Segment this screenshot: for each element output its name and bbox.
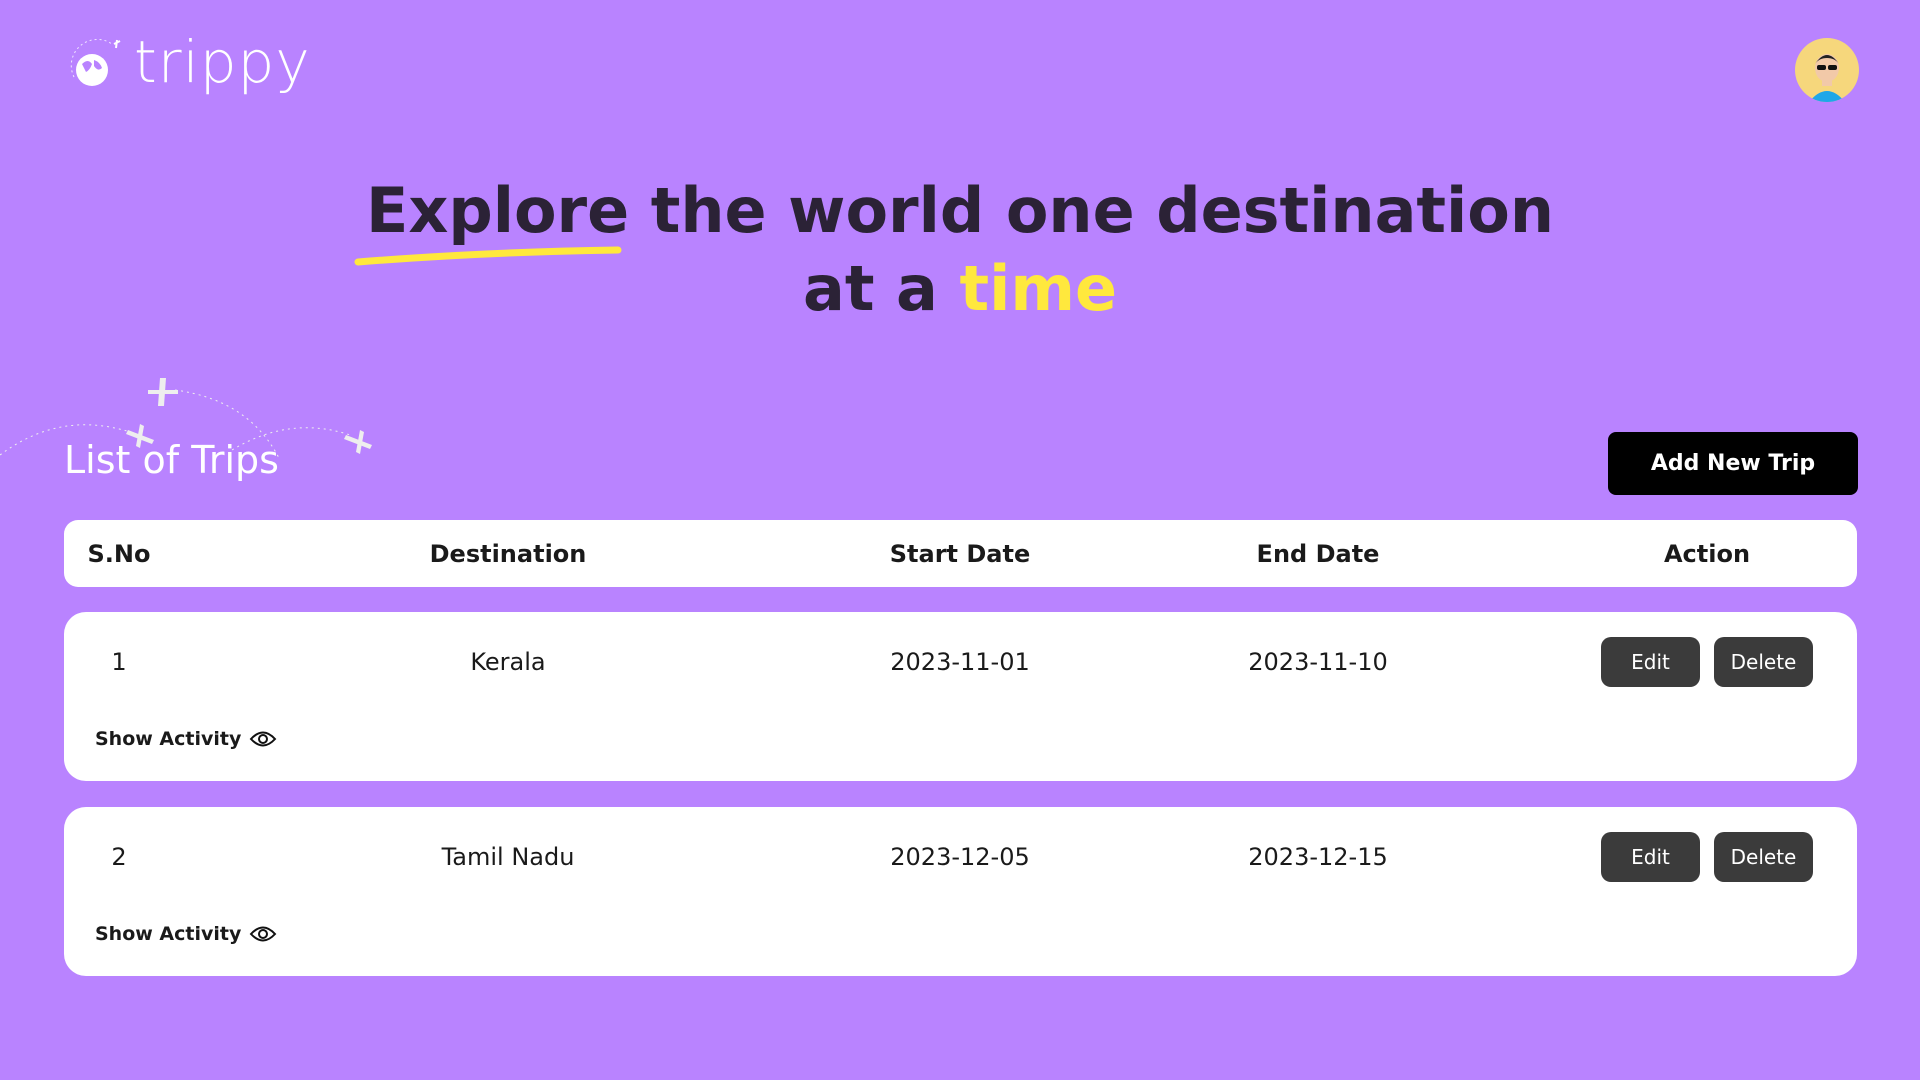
headline-highlight: time	[959, 252, 1118, 325]
row-end-date: 2023-12-15	[1248, 843, 1388, 871]
underline-decoration	[354, 246, 622, 266]
header-sno: S.No	[87, 540, 151, 568]
hero-headline: Explore the world one destination at a t…	[0, 172, 1920, 328]
header-start-date: Start Date	[889, 540, 1031, 568]
show-activity-toggle[interactable]: Show Activity	[95, 728, 277, 750]
show-activity-label: Show Activity	[95, 923, 242, 945]
header-end-date: End Date	[1256, 540, 1380, 568]
headline-line1: the world one destination	[629, 174, 1555, 247]
headline-explore: Explore	[365, 174, 630, 247]
delete-button[interactable]: Delete	[1714, 637, 1813, 687]
table-row: 1 Kerala 2023-11-01 2023-11-10 Edit Dele…	[64, 612, 1857, 781]
logo[interactable]: trippy	[64, 28, 311, 96]
globe-icon	[70, 38, 121, 86]
row-destination: Tamil Nadu	[441, 843, 575, 871]
header-action: Action	[1663, 540, 1751, 568]
eye-icon	[249, 731, 277, 747]
brand-name: trippy	[134, 28, 311, 96]
header-destination: Destination	[429, 540, 587, 568]
row-start-date: 2023-12-05	[890, 843, 1030, 871]
edit-button[interactable]: Edit	[1601, 832, 1700, 882]
delete-button[interactable]: Delete	[1714, 832, 1813, 882]
row-destination: Kerala	[470, 648, 546, 676]
list-title: List of Trips	[64, 438, 279, 482]
user-avatar-icon	[1809, 54, 1845, 102]
avatar[interactable]	[1795, 38, 1859, 102]
eye-icon	[249, 926, 277, 942]
row-sno: 1	[111, 648, 127, 676]
row-end-date: 2023-11-10	[1248, 648, 1388, 676]
table-row: 2 Tamil Nadu 2023-12-05 2023-12-15 Edit …	[64, 807, 1857, 976]
edit-button[interactable]: Edit	[1601, 637, 1700, 687]
show-activity-toggle[interactable]: Show Activity	[95, 923, 277, 945]
headline-line2: at a	[802, 252, 960, 325]
row-sno: 2	[111, 843, 127, 871]
show-activity-label: Show Activity	[95, 728, 242, 750]
table-header: S.No Destination Start Date End Date Act…	[64, 520, 1857, 587]
add-new-trip-button[interactable]: Add New Trip	[1608, 432, 1858, 495]
row-start-date: 2023-11-01	[890, 648, 1030, 676]
